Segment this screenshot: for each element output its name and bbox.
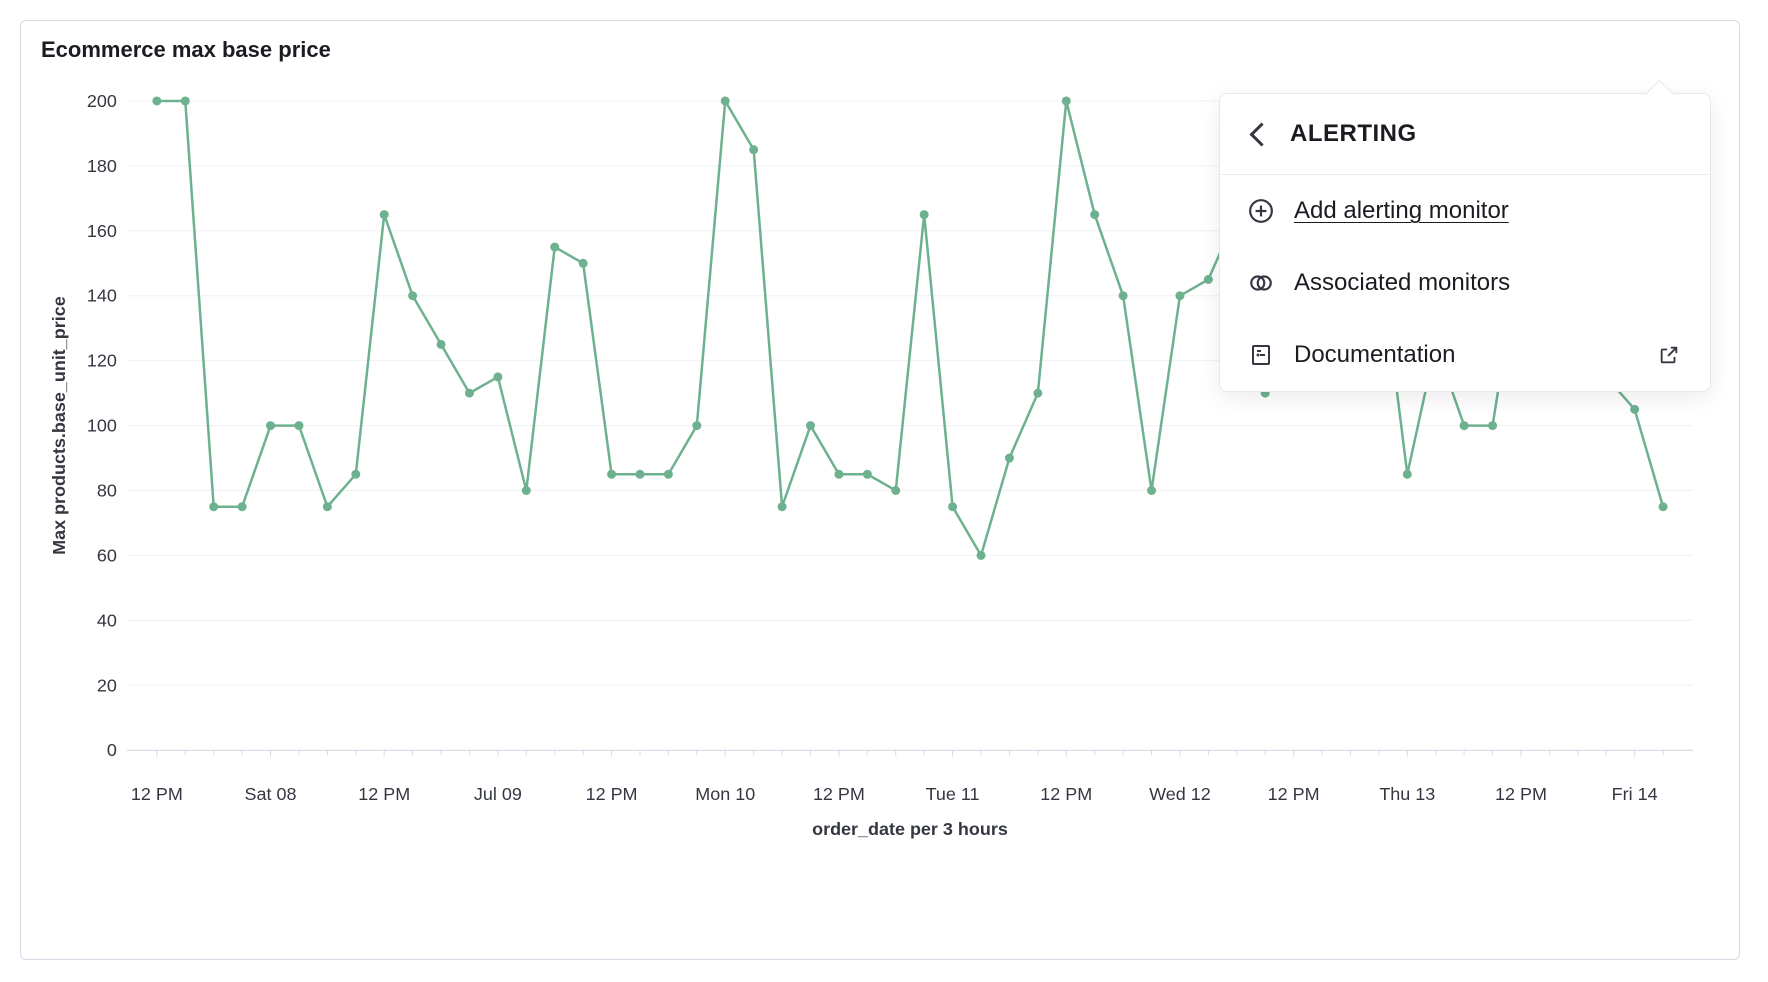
svg-text:160: 160 — [87, 221, 117, 241]
svg-text:12 PM: 12 PM — [358, 784, 410, 804]
menu-item-label: Add alerting monitor — [1294, 197, 1682, 225]
svg-text:60: 60 — [97, 545, 117, 565]
menu-item-label: Associated monitors — [1294, 269, 1682, 297]
svg-text:Max products.base_unit_price: Max products.base_unit_price — [49, 296, 69, 555]
svg-text:Thu 13: Thu 13 — [1379, 784, 1435, 804]
svg-text:180: 180 — [87, 156, 117, 176]
svg-text:order_date per 3 hours: order_date per 3 hours — [812, 819, 1008, 839]
svg-text:Sat 08: Sat 08 — [245, 784, 297, 804]
svg-text:Jul 09: Jul 09 — [474, 784, 522, 804]
svg-text:Wed 12: Wed 12 — [1149, 784, 1211, 804]
svg-text:140: 140 — [87, 286, 117, 306]
doc-icon — [1248, 342, 1274, 368]
menu-item-label: Documentation — [1294, 341, 1636, 369]
svg-text:200: 200 — [87, 91, 117, 111]
svg-text:12 PM: 12 PM — [1040, 784, 1092, 804]
context-menu-header[interactable]: ALERTING — [1220, 94, 1710, 175]
svg-text:40: 40 — [97, 610, 117, 630]
svg-text:12 PM: 12 PM — [813, 784, 865, 804]
svg-text:120: 120 — [87, 351, 117, 371]
menu-item-associated-monitors[interactable]: Associated monitors — [1220, 247, 1710, 319]
panel-title: Ecommerce max base price — [41, 37, 1723, 63]
svg-text:12 PM: 12 PM — [586, 784, 638, 804]
svg-text:20: 20 — [97, 675, 117, 695]
svg-text:80: 80 — [97, 480, 117, 500]
alerting-context-menu: ALERTING Add alerting monitor Associated… — [1219, 93, 1711, 392]
svg-text:12 PM: 12 PM — [1495, 784, 1547, 804]
menu-item-documentation[interactable]: Documentation — [1220, 319, 1710, 391]
svg-text:12 PM: 12 PM — [1268, 784, 1320, 804]
svg-text:12 PM: 12 PM — [131, 784, 183, 804]
context-menu-title: ALERTING — [1290, 120, 1417, 148]
svg-text:100: 100 — [87, 416, 117, 436]
external-link-icon — [1656, 342, 1682, 368]
svg-text:0: 0 — [107, 740, 117, 760]
svg-text:Tue 11: Tue 11 — [926, 784, 980, 804]
svg-text:Fri 14: Fri 14 — [1612, 784, 1658, 804]
link-icon — [1248, 270, 1274, 296]
svg-text:Mon 10: Mon 10 — [695, 784, 755, 804]
chart-panel: Ecommerce max base price 0 20 40 60 80 100 120… — [20, 20, 1740, 960]
plus-circle-icon — [1248, 198, 1274, 224]
back-icon[interactable] — [1248, 121, 1274, 147]
menu-item-add-alerting-monitor[interactable]: Add alerting monitor — [1220, 175, 1710, 247]
